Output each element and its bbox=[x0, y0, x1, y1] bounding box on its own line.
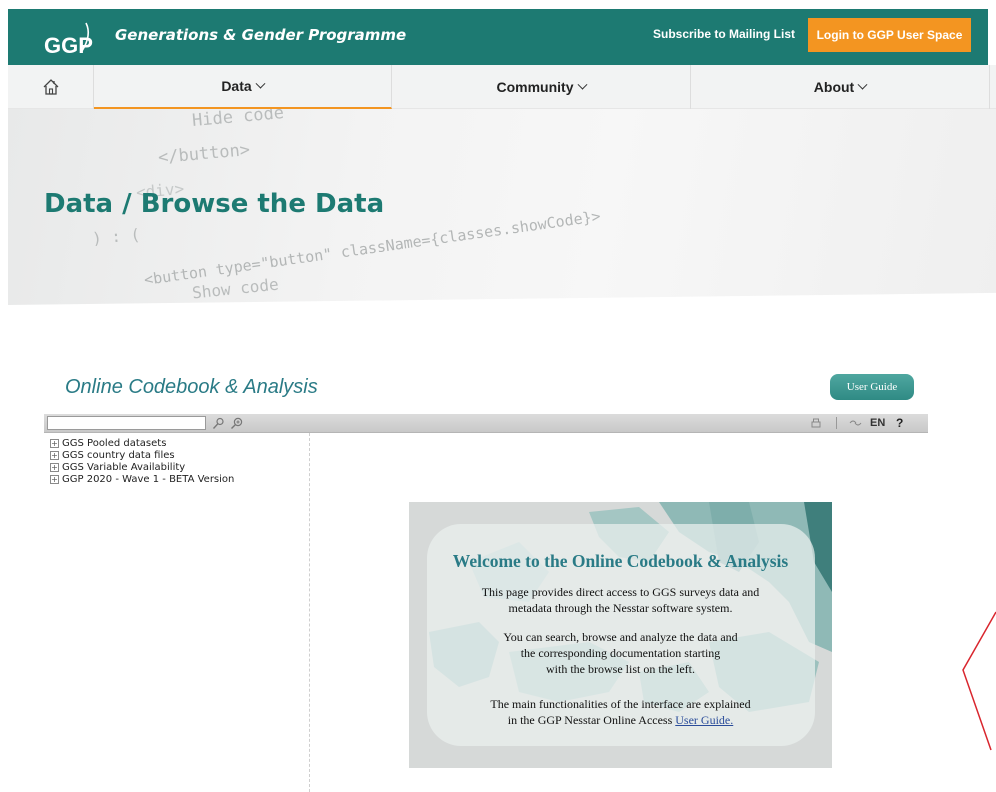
nav-community[interactable]: Community bbox=[392, 65, 691, 109]
expand-icon[interactable]: + bbox=[50, 450, 59, 460]
site-header: GGP Generations & Gender Programme Subsc… bbox=[8, 9, 988, 65]
nav-data[interactable]: Data bbox=[94, 65, 392, 109]
toolbar-divider bbox=[836, 417, 837, 429]
nav-community-label: Community bbox=[496, 79, 574, 95]
welcome-paragraph-2-line-1: You can search, browse and analyze the d… bbox=[503, 630, 738, 644]
browse-tree: + GGS Pooled datasets + GGS country data… bbox=[44, 433, 310, 792]
nav-about[interactable]: About bbox=[691, 65, 990, 109]
banner-code-line: <button type="button" className={classes… bbox=[142, 207, 602, 289]
tree-item-label: GGP 2020 - Wave 1 - BETA Version bbox=[62, 473, 235, 485]
banner-code-line: </button> bbox=[157, 140, 251, 168]
banner-code-line: Hide code bbox=[191, 109, 285, 131]
welcome-paragraph-3-line-1: The main functionalities of the interfac… bbox=[490, 697, 751, 711]
chevron-down-icon bbox=[577, 79, 587, 90]
nav-home[interactable] bbox=[8, 65, 94, 109]
red-decoration bbox=[962, 611, 996, 751]
login-button[interactable]: Login to GGP User Space bbox=[808, 18, 971, 52]
chevron-down-icon bbox=[255, 78, 266, 89]
site-title[interactable]: Generations & Gender Programme bbox=[115, 26, 406, 44]
welcome-panel: Welcome to the Online Codebook & Analysi… bbox=[409, 502, 832, 768]
welcome-paragraph-1-line-1: This page provides direct access to GGS … bbox=[481, 585, 760, 599]
main-nav: Data Community About bbox=[8, 65, 996, 109]
language-selector[interactable]: EN bbox=[870, 417, 885, 429]
tree-item-ggs-variable[interactable]: + GGS Variable Availability bbox=[44, 461, 309, 473]
tree-item-label: GGS Pooled datasets bbox=[62, 437, 167, 449]
tree-item-ggs-pooled[interactable]: + GGS Pooled datasets bbox=[44, 437, 309, 449]
tree-item-label: GGS Variable Availability bbox=[62, 461, 186, 473]
print-icon[interactable] bbox=[810, 417, 822, 429]
subscribe-link[interactable]: Subscribe to Mailing List bbox=[653, 27, 795, 41]
user-guide-link[interactable]: User Guide. bbox=[675, 713, 733, 727]
banner-edge bbox=[8, 292, 996, 322]
ggp-logo[interactable]: GGP bbox=[42, 21, 102, 57]
user-guide-button[interactable]: User Guide bbox=[830, 374, 914, 400]
link-icon[interactable] bbox=[849, 418, 862, 428]
page-title: Data / Browse the Data bbox=[44, 189, 385, 219]
tree-item-ggs-country[interactable]: + GGS country data files bbox=[44, 449, 309, 461]
welcome-paragraph-3-text: in the GGP Nesstar Online Access bbox=[507, 713, 673, 727]
nav-data-label: Data bbox=[221, 78, 252, 94]
expand-icon[interactable]: + bbox=[50, 474, 59, 484]
expand-icon[interactable]: + bbox=[50, 438, 59, 448]
home-icon bbox=[43, 79, 58, 95]
banner-code-line: ) : ( bbox=[91, 224, 141, 249]
welcome-paragraph-2-line-3: with the browse list on the left. bbox=[546, 662, 695, 676]
tree-item-label: GGS country data files bbox=[62, 449, 175, 461]
welcome-title: Welcome to the Online Codebook & Analysi… bbox=[452, 551, 789, 571]
page-banner: Hide code </button> <div> ) : ( <button … bbox=[8, 109, 996, 322]
welcome-paragraph-1-line-2: metadata through the Nesstar software sy… bbox=[508, 601, 733, 615]
advanced-search-icon[interactable] bbox=[230, 417, 244, 430]
chevron-down-icon bbox=[857, 79, 868, 90]
welcome-paragraph-2-line-2: the corresponding documentation starting bbox=[520, 646, 721, 660]
search-input[interactable] bbox=[47, 416, 206, 430]
help-button[interactable]: ? bbox=[896, 416, 903, 430]
search-icon[interactable] bbox=[212, 417, 225, 430]
codebook-toolbar: EN ? bbox=[44, 414, 928, 433]
codebook-title: Online Codebook & Analysis bbox=[65, 376, 318, 398]
expand-icon[interactable]: + bbox=[50, 462, 59, 472]
welcome-paragraph-3-line-2: in the GGP Nesstar Online Access User Gu… bbox=[409, 712, 832, 728]
tree-item-ggp-2020[interactable]: + GGP 2020 - Wave 1 - BETA Version bbox=[44, 473, 309, 485]
nav-about-label: About bbox=[813, 79, 855, 95]
